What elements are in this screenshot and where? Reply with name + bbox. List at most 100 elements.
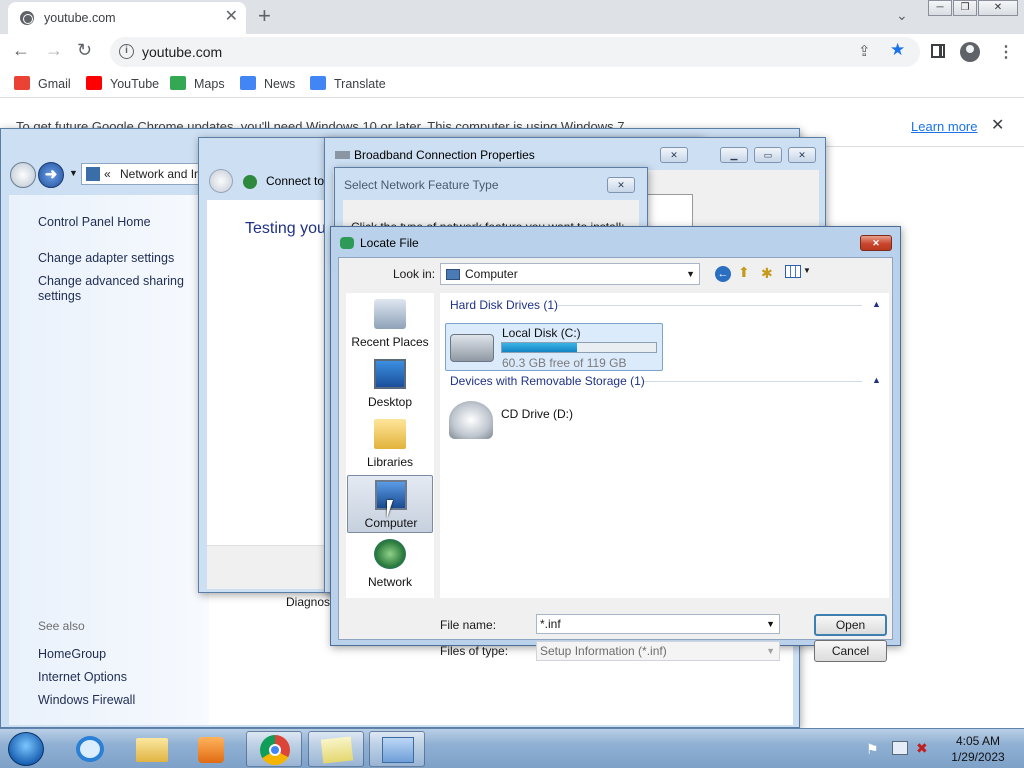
recent-places-icon: [374, 299, 406, 329]
drive-usage-bar: [501, 342, 657, 353]
locate-file-content: Look in: Computer ▼ ← ⬆ ✱ ▼ Recent Place…: [338, 257, 893, 662]
back-button[interactable]: [10, 162, 36, 188]
side-panel-icon[interactable]: [931, 44, 945, 58]
restore-button[interactable]: ❐: [953, 0, 977, 16]
view-chevron-icon[interactable]: ▼: [803, 266, 811, 275]
group-header-hard-disks[interactable]: Hard Disk Drives (1): [450, 298, 558, 312]
desktop-icon: [374, 359, 406, 389]
file-name-input[interactable]: *.inf ▼: [536, 614, 780, 634]
group-header-removable[interactable]: Devices with Removable Storage (1): [450, 374, 645, 388]
change-advanced-sharing-link[interactable]: Change advanced sharing settings: [38, 274, 188, 304]
bookmark-star-icon[interactable]: ★: [890, 40, 905, 60]
place-libraries[interactable]: Libraries: [347, 415, 433, 473]
files-of-type-select: Setup Information (*.inf) ▼: [536, 641, 780, 661]
tab-close-button[interactable]: ✕: [225, 8, 238, 26]
browser-tab[interactable]: youtube.com ✕: [8, 2, 246, 34]
maximize-button[interactable]: ▭: [754, 147, 782, 163]
breadcrumb-overflow-icon[interactable]: «: [104, 164, 111, 184]
bookmark-translate[interactable]: Translate: [310, 76, 386, 91]
change-adapter-settings-link[interactable]: Change adapter settings: [38, 251, 174, 265]
news-icon: [240, 76, 256, 90]
taskbar-libraries[interactable]: [308, 731, 364, 767]
open-button[interactable]: Open: [814, 614, 887, 636]
taskbar-media-player[interactable]: [184, 731, 240, 767]
collapse-chevron-icon[interactable]: ▲: [872, 299, 881, 309]
control-panel-home-link[interactable]: Control Panel Home: [38, 215, 151, 229]
close-button[interactable]: ✕: [607, 177, 635, 193]
place-recent-places[interactable]: Recent Places: [347, 295, 433, 353]
taskbar-control-panel[interactable]: [369, 731, 425, 767]
volume-muted-icon[interactable]: ✖: [916, 740, 928, 757]
folder-icon: [136, 738, 168, 762]
windows-firewall-link[interactable]: Windows Firewall: [38, 693, 135, 707]
chevron-down-icon: ▼: [766, 646, 775, 656]
infobar-close-icon[interactable]: ✕: [991, 115, 1004, 135]
action-center-flag-icon[interactable]: ⚑: [866, 741, 879, 758]
place-desktop[interactable]: Desktop: [347, 355, 433, 413]
reload-icon[interactable]: ↻: [77, 40, 92, 61]
bookmark-maps[interactable]: Maps: [170, 76, 225, 91]
profile-avatar-icon[interactable]: [960, 42, 980, 62]
collapse-chevron-icon[interactable]: ▲: [872, 375, 881, 385]
drive-cd[interactable]: CD Drive (D:): [445, 397, 605, 445]
forward-arrow-icon[interactable]: →: [45, 40, 63, 61]
bookmark-gmail[interactable]: Gmail: [14, 76, 71, 91]
address-url[interactable]: youtube.com: [142, 44, 222, 60]
bookmark-label: News: [264, 77, 296, 91]
look-in-dropdown[interactable]: Computer ▼: [440, 263, 700, 285]
new-folder-icon[interactable]: ✱: [761, 265, 773, 282]
maps-icon: [170, 76, 186, 90]
bookmarks-bar: Gmail YouTube Maps News Translate: [0, 70, 1024, 98]
network-center-icon: [86, 167, 100, 181]
dialog-title: Locate File: [360, 236, 419, 250]
tab-search-chevron-icon[interactable]: ⌄: [896, 7, 908, 24]
files-of-type-label: Files of type:: [440, 644, 509, 658]
cancel-button[interactable]: Cancel: [814, 640, 887, 662]
clock[interactable]: 4:05 AM 1/29/2023: [938, 733, 1018, 765]
taskbar-explorer[interactable]: [124, 731, 180, 767]
close-button[interactable]: ✕: [660, 147, 688, 163]
start-button[interactable]: [8, 732, 44, 766]
minimize-button[interactable]: ─: [928, 0, 952, 16]
learn-more-link[interactable]: Learn more: [911, 119, 977, 134]
place-label: Recent Places: [351, 335, 429, 349]
bookmark-news[interactable]: News: [240, 76, 295, 91]
forward-button[interactable]: ➜: [38, 162, 64, 188]
share-icon[interactable]: ⇪: [858, 42, 871, 60]
chevron-down-icon: ▼: [686, 269, 695, 279]
file-name-value[interactable]: *.inf: [540, 617, 561, 631]
homegroup-link[interactable]: HomeGroup: [38, 647, 106, 661]
close-window-button[interactable]: ✕: [978, 0, 1018, 16]
chrome-center: [269, 744, 281, 756]
network-status-icon[interactable]: [892, 741, 908, 755]
translate-icon: [310, 76, 326, 90]
new-tab-button[interactable]: +: [258, 3, 271, 29]
recent-pages-chevron-icon[interactable]: ▼: [69, 168, 78, 178]
taskbar-chrome[interactable]: [246, 731, 302, 767]
close-button[interactable]: ✕: [860, 235, 892, 251]
internet-options-link[interactable]: Internet Options: [38, 670, 127, 684]
chrome-menu-icon[interactable]: ⋮: [998, 42, 1014, 62]
taskbar-internet-explorer[interactable]: [62, 731, 118, 767]
minimize-button[interactable]: ▁: [720, 147, 748, 163]
up-folder-icon[interactable]: ⬆: [738, 264, 750, 281]
back-arrow-icon[interactable]: ←: [12, 40, 30, 61]
notes-icon: [320, 736, 354, 764]
view-menu-icon[interactable]: [785, 265, 801, 278]
network-setup-icon: [340, 237, 354, 249]
drive-local-disk[interactable]: Local Disk (C:) 60.3 GB free of 119 GB: [445, 323, 663, 371]
place-network[interactable]: Network: [347, 535, 433, 593]
back-button[interactable]: [209, 169, 233, 193]
usage-fill: [502, 343, 578, 352]
computer-icon: [446, 269, 460, 280]
libraries-icon: [374, 419, 406, 449]
connection-status: Testing you: [245, 220, 326, 237]
place-label: Desktop: [367, 395, 413, 409]
address-bar[interactable]: i youtube.com ⇪ ★: [110, 37, 920, 67]
window-title: Broadband Connection Properties: [354, 148, 535, 162]
site-info-icon[interactable]: i: [119, 44, 134, 59]
bookmark-youtube[interactable]: YouTube: [86, 76, 159, 91]
back-icon[interactable]: ←: [715, 266, 731, 282]
chevron-down-icon[interactable]: ▼: [766, 615, 775, 633]
close-window-button[interactable]: ✕: [788, 147, 816, 163]
